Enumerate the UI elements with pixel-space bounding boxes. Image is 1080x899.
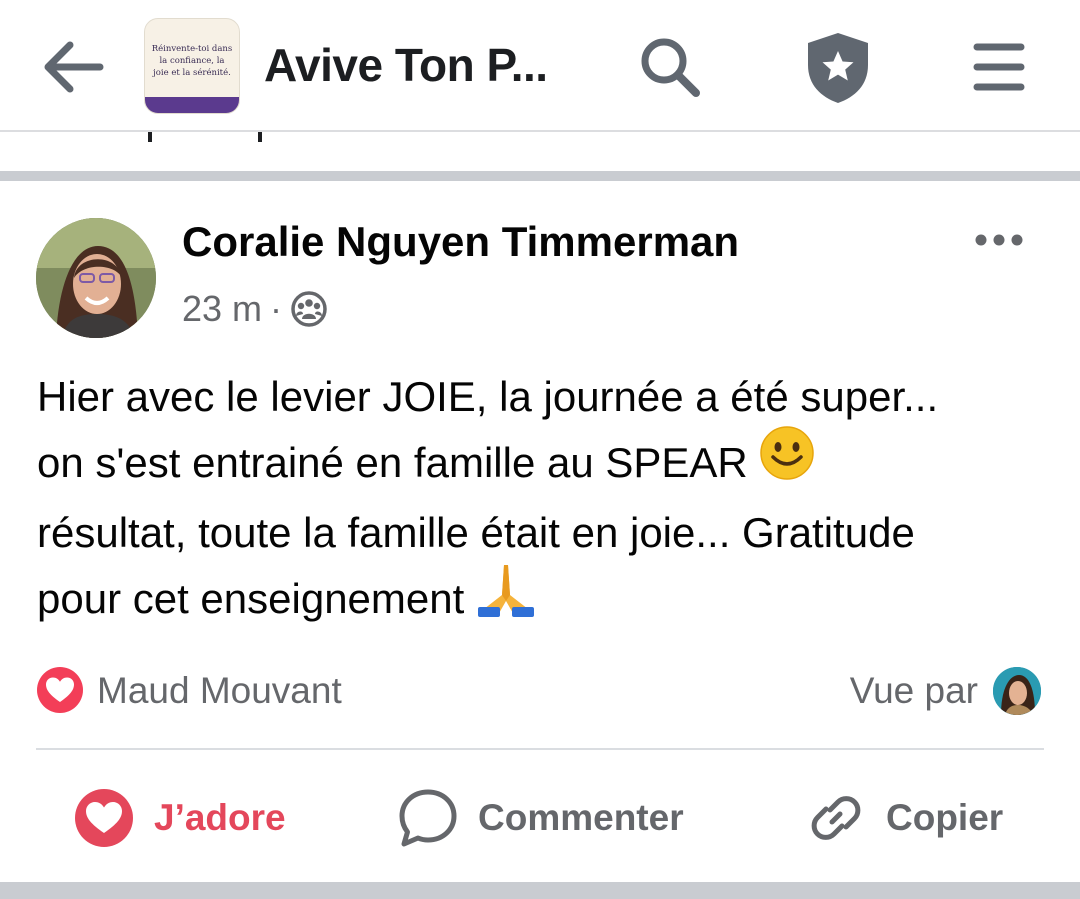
admin-shield-button[interactable] bbox=[800, 30, 876, 106]
actions-divider bbox=[36, 748, 1044, 750]
hamburger-menu-icon bbox=[973, 43, 1025, 91]
love-button-label: J’adore bbox=[154, 797, 286, 838]
post-options-button[interactable] bbox=[966, 220, 1032, 260]
search-icon bbox=[641, 38, 700, 97]
author-name[interactable]: Coralie Nguyen Timmerman bbox=[182, 218, 739, 266]
post-text-line: on s'est entrainé en famille au SPEAR bbox=[37, 425, 1057, 503]
shield-star-icon bbox=[808, 33, 868, 103]
post-time[interactable]: 23 m bbox=[182, 288, 262, 330]
feed-separator bbox=[0, 171, 1080, 181]
seen-by-avatar[interactable] bbox=[990, 664, 1044, 718]
love-reaction-badge[interactable] bbox=[36, 666, 84, 714]
meta-separator: · bbox=[270, 288, 283, 329]
author-avatar[interactable] bbox=[36, 218, 156, 338]
search-button[interactable] bbox=[632, 32, 708, 102]
comment-bubble-icon bbox=[399, 789, 457, 847]
clipped-content-mark bbox=[148, 132, 152, 142]
group-thumbnail-band bbox=[145, 97, 239, 113]
link-icon bbox=[811, 796, 861, 840]
reactor-name[interactable]: Maud Mouvant bbox=[97, 670, 342, 712]
group-thumbnail-text: Réinvente-toi dans la confiance, la joie… bbox=[151, 44, 233, 78]
post-text-segment: on s'est entrainé en famille au SPEAR bbox=[37, 438, 760, 486]
pray-emoji bbox=[476, 561, 536, 635]
love-heart-icon bbox=[75, 789, 133, 847]
back-button[interactable] bbox=[36, 34, 108, 100]
reactions-row: Maud Mouvant Vue par bbox=[36, 664, 1044, 718]
author-avatar-image bbox=[36, 218, 156, 338]
copy-button-label: Copier bbox=[886, 797, 1004, 838]
more-dots-icon bbox=[975, 234, 1023, 246]
feed-separator-bottom bbox=[0, 882, 1080, 899]
comment-button-label: Commenter bbox=[478, 797, 684, 838]
copy-link-button[interactable]: Copier bbox=[806, 770, 1003, 866]
top-bar: Réinvente-toi dans la confiance, la joie… bbox=[0, 0, 1080, 131]
menu-button[interactable] bbox=[964, 32, 1034, 102]
post-text-line: Hier avec le levier JOIE, la journée a é… bbox=[37, 373, 939, 420]
clipped-content-mark bbox=[258, 132, 262, 142]
comment-button[interactable]: Commenter bbox=[398, 770, 684, 866]
post-text: Hier avec le levier JOIE, la journée a é… bbox=[37, 366, 1057, 638]
post-text-line: résultat, toute la famille était en joie… bbox=[37, 509, 915, 556]
love-button[interactable]: J’adore bbox=[74, 770, 286, 866]
post-text-line: pour cet enseignement bbox=[37, 564, 1057, 639]
group-title[interactable]: Avive Ton P... bbox=[264, 38, 548, 92]
post-actions: J’adore Commenter Copier bbox=[0, 770, 1080, 866]
love-reaction-icon bbox=[37, 667, 83, 713]
back-arrow-icon bbox=[44, 41, 104, 93]
post-text-segment: pour cet enseignement bbox=[37, 574, 476, 622]
group-thumbnail[interactable]: Réinvente-toi dans la confiance, la joie… bbox=[144, 18, 240, 114]
post-meta: 23 m · bbox=[182, 288, 328, 330]
seen-by-avatar-image bbox=[993, 667, 1041, 715]
smile-emoji bbox=[759, 425, 815, 499]
group-audience-icon bbox=[291, 291, 327, 327]
seen-by-label[interactable]: Vue par bbox=[850, 670, 978, 712]
header-divider bbox=[0, 130, 1080, 132]
